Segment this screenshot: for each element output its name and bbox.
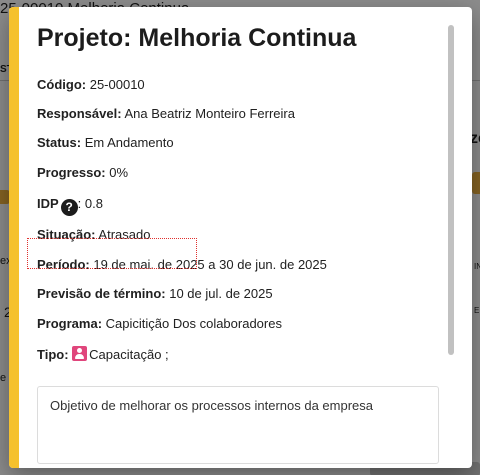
field-value: 0% <box>109 165 129 180</box>
field-label: Tipo: <box>37 347 69 362</box>
field-idp: IDP?: 0.8 <box>37 195 103 216</box>
field-previsao: Previsão de término: 10 de jul. de 2025 <box>37 285 273 303</box>
periodo-separator: a <box>208 257 216 272</box>
field-value: 10 de jul. de 2025 <box>169 286 273 301</box>
field-progresso: Progresso: 0% <box>37 164 128 182</box>
field-label: Previsão de término: <box>37 286 166 301</box>
field-label: Código: <box>37 77 87 92</box>
field-label: Progresso: <box>37 165 106 180</box>
field-programa: Programa: Capicitição Dos colaboradores <box>37 315 282 333</box>
field-label: Situação: <box>37 227 96 242</box>
field-value: Capacitação ; <box>89 347 169 362</box>
help-icon[interactable]: ? <box>60 199 78 216</box>
modal-scrollbar[interactable] <box>448 25 454 355</box>
field-periodo: Período: 19 de mai. de 2025 a 30 de jun.… <box>37 256 327 274</box>
field-codigo: Código: 25-00010 <box>37 76 145 94</box>
field-value: Atrasado <box>98 227 151 242</box>
field-label: Responsável: <box>37 106 122 121</box>
field-tipo: Tipo: Capacitação ; <box>37 346 169 364</box>
field-value: Ana Beatriz Monteiro Ferreira <box>124 106 295 121</box>
field-value: Em Andamento <box>84 135 174 150</box>
modal-body: Projeto: Melhoria Continua Código: 25-00… <box>37 23 442 468</box>
field-label: Período: <box>37 257 90 272</box>
person-badge-icon <box>72 346 88 361</box>
field-label: Status: <box>37 135 82 150</box>
field-value: : 0.8 <box>77 196 103 211</box>
field-label: Programa: <box>37 316 103 331</box>
field-value: Capicitição Dos colaboradores <box>105 316 282 331</box>
periodo-end: 30 de jun. de 2025 <box>219 257 327 272</box>
field-value: 25-00010 <box>89 77 145 92</box>
modal-accent-bar <box>9 7 19 468</box>
field-status: Status: Em Andamento <box>37 134 174 152</box>
field-responsavel: Responsável: Ana Beatriz Monteiro Ferrei… <box>37 105 295 123</box>
modal-title: Projeto: Melhoria Continua <box>37 24 357 52</box>
field-label: IDP <box>37 196 59 211</box>
objective-text-box[interactable]: Objetivo de melhorar os processos intern… <box>37 386 439 464</box>
field-situacao: Situação: Atrasado <box>37 226 150 244</box>
periodo-start: 19 de mai. de 2025 <box>93 257 205 272</box>
project-details-modal: Projeto: Melhoria Continua Código: 25-00… <box>9 7 472 468</box>
